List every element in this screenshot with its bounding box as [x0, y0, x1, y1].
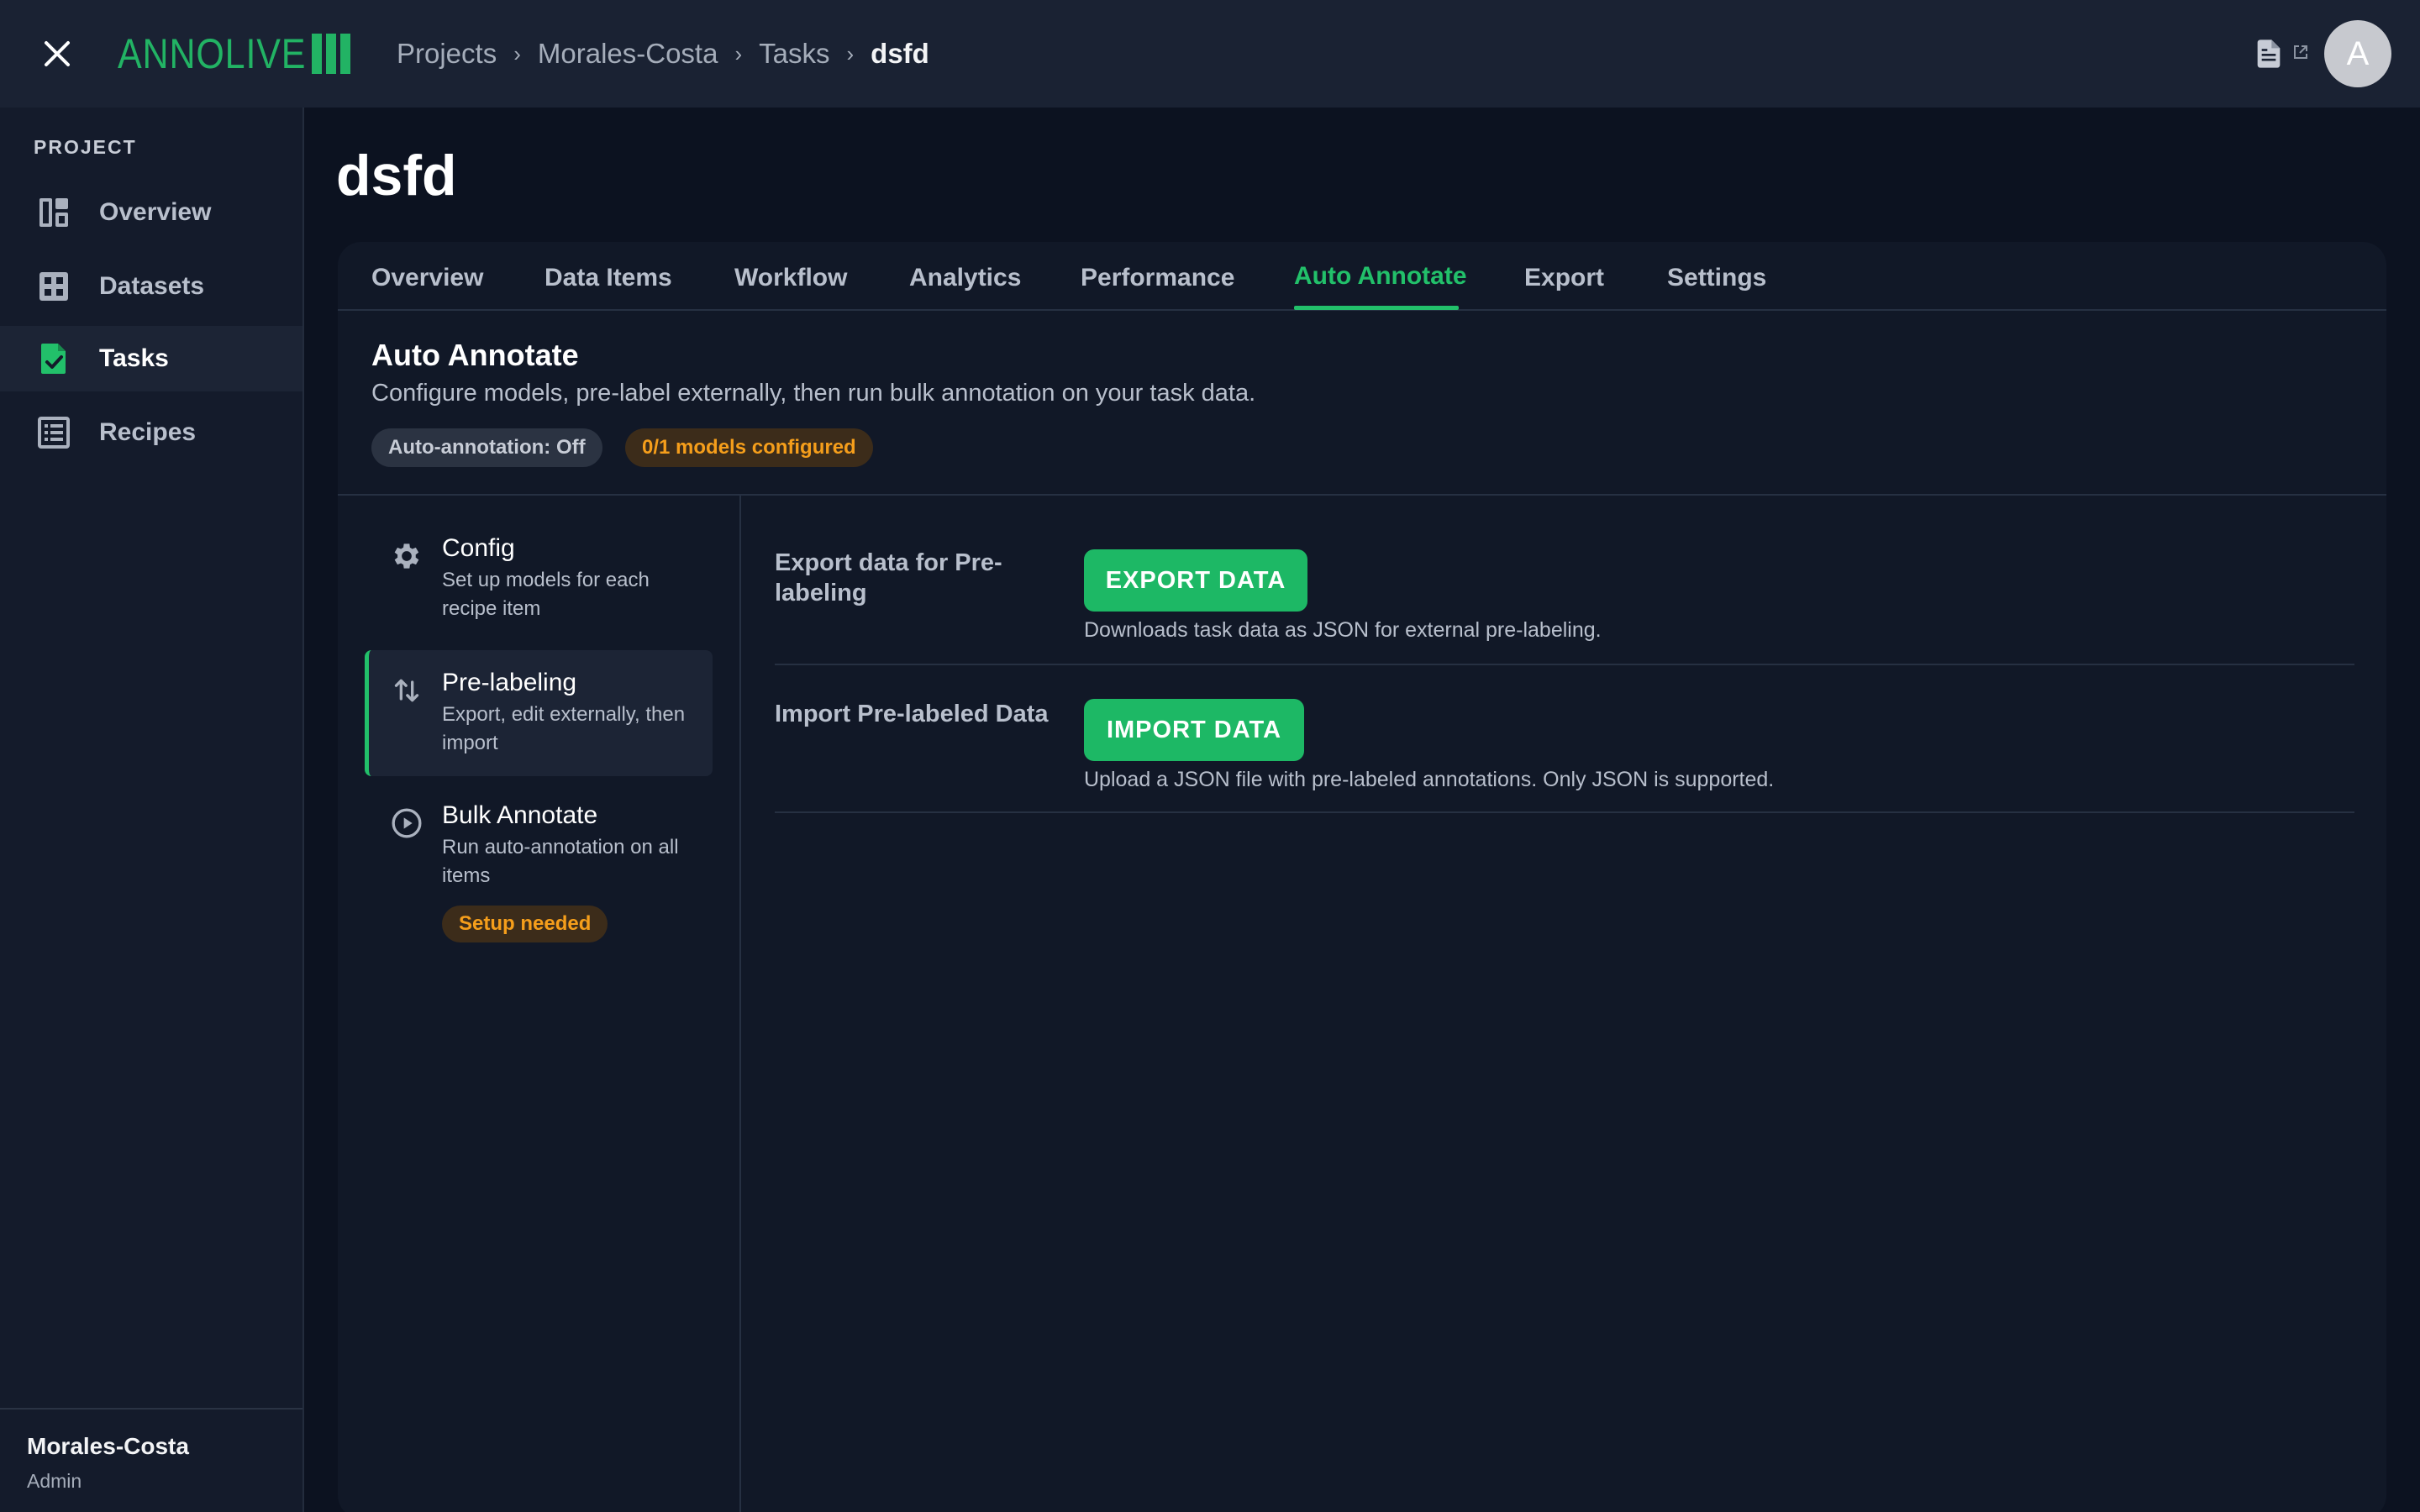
grid-icon: [39, 272, 68, 301]
avatar[interactable]: A: [2324, 20, 2391, 87]
breadcrumb-project[interactable]: Morales-Costa: [538, 38, 718, 70]
tab-data-items[interactable]: Data Items: [544, 264, 672, 292]
app-logo[interactable]: ANNOLIVE: [118, 30, 350, 77]
logo-text: ANNOLIVE: [118, 30, 307, 77]
task-check-icon: [41, 344, 66, 374]
step-description: Export, edit externally, then import: [442, 703, 686, 754]
sidebar-item-label: Tasks: [99, 344, 169, 372]
chevron-right-icon: ›: [846, 40, 855, 66]
divider: [338, 494, 2386, 496]
top-bar: ANNOLIVE Projects › Morales-Costa › Task…: [0, 0, 2420, 108]
breadcrumb: Projects › Morales-Costa › Tasks › dsfd: [397, 34, 929, 74]
step-description: Set up models for each recipe item: [442, 569, 650, 620]
export-data-button[interactable]: EXPORT DATA: [1084, 549, 1307, 612]
sidebar: PROJECT Overview Datasets Tasks Recipes …: [0, 108, 304, 1512]
models-badge: 0/1 models configured: [625, 428, 873, 467]
page-title: dsfd: [336, 144, 457, 207]
sidebar-item-recipes[interactable]: Recipes: [0, 400, 302, 465]
tab-auto-annotate[interactable]: Auto Annotate: [1294, 262, 1467, 291]
divider: [739, 496, 741, 1512]
tab-workflow[interactable]: Workflow: [734, 264, 847, 292]
document-icon: [2257, 39, 2281, 68]
step-title: Config: [442, 534, 515, 562]
step-bulk-annotate[interactable]: Bulk Annotate Run auto-annotation on all…: [365, 783, 713, 959]
external-link-icon: [2294, 45, 2307, 59]
step-title: Bulk Annotate: [442, 801, 598, 829]
docs-button[interactable]: [2252, 37, 2286, 71]
setup-needed-badge: Setup needed: [442, 906, 608, 942]
export-help-text: Downloads task data as JSON for external…: [1084, 618, 1602, 642]
divider: [775, 664, 2354, 665]
step-pre-labeling[interactable]: Pre-labeling Export, edit externally, th…: [365, 650, 713, 776]
sidebar-footer[interactable]: Morales-Costa Admin: [0, 1408, 302, 1512]
sidebar-item-overview[interactable]: Overview: [0, 180, 302, 245]
tab-export[interactable]: Export: [1524, 264, 1604, 292]
chevron-right-icon: ›: [513, 40, 521, 66]
close-button[interactable]: [37, 34, 77, 74]
section-title: Auto Annotate: [371, 338, 579, 372]
import-data-button[interactable]: IMPORT DATA: [1084, 699, 1304, 761]
sidebar-item-tasks[interactable]: Tasks: [0, 326, 302, 391]
breadcrumb-projects[interactable]: Projects: [397, 38, 497, 70]
breadcrumb-tasks[interactable]: Tasks: [759, 38, 829, 70]
status-badge: Auto-annotation: Off: [371, 428, 602, 467]
tab-performance[interactable]: Performance: [1081, 264, 1234, 292]
logo-bars-icon: [311, 34, 350, 74]
step-title: Pre-labeling: [442, 669, 577, 696]
import-label: Import Pre-labeled Data: [775, 701, 1049, 727]
export-label: Export data for Pre-labeling: [775, 549, 1002, 606]
footer-role: Admin: [27, 1470, 82, 1492]
sidebar-heading: PROJECT: [34, 136, 137, 158]
tab-overview[interactable]: Overview: [371, 264, 483, 292]
breadcrumb-current: dsfd: [871, 38, 929, 69]
gear-icon: [394, 543, 419, 569]
active-tab-indicator: [1294, 306, 1459, 310]
step-config[interactable]: Config Set up models for each recipe ite…: [365, 516, 713, 642]
sidebar-item-label: Datasets: [99, 272, 205, 300]
section-description: Configure models, pre-label externally, …: [371, 380, 1256, 407]
sidebar-item-datasets[interactable]: Datasets: [0, 254, 302, 319]
play-circle-icon: [392, 808, 422, 838]
tab-settings[interactable]: Settings: [1667, 264, 1766, 292]
step-description: Run auto-annotation on all items: [442, 836, 679, 887]
close-icon: [45, 41, 70, 66]
tab-analytics[interactable]: Analytics: [909, 264, 1021, 292]
import-help-text: Upload a JSON file with pre-labeled anno…: [1084, 768, 1775, 791]
footer-project-name: Morales-Costa: [27, 1433, 189, 1459]
tab-bar: Overview Data Items Workflow Analytics P…: [338, 242, 2386, 311]
chevron-right-icon: ›: [734, 40, 743, 66]
main-card: Overview Data Items Workflow Analytics P…: [338, 242, 2386, 1512]
sidebar-item-label: Overview: [99, 198, 212, 226]
sidebar-item-label: Recipes: [99, 418, 197, 446]
divider: [775, 811, 2354, 813]
dashboard-icon: [39, 198, 68, 227]
swap-vertical-icon: [394, 679, 419, 702]
list-icon: [38, 417, 70, 449]
